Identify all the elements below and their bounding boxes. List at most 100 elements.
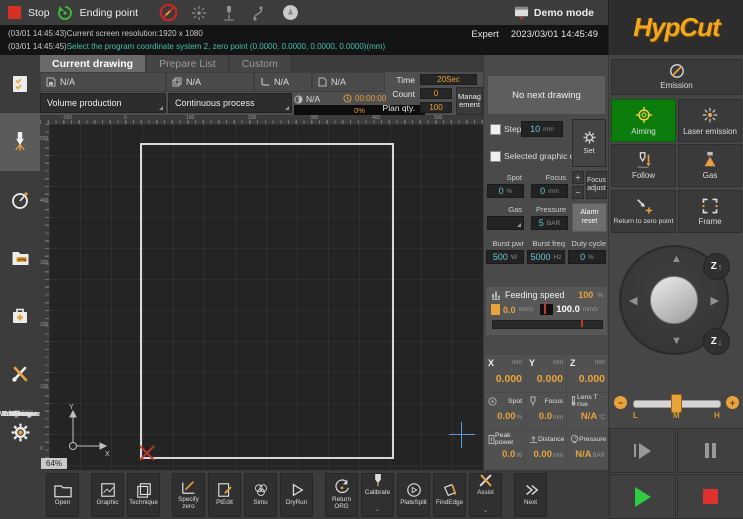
- technique-button[interactable]: Technique: [127, 473, 160, 517]
- start-button[interactable]: [609, 474, 676, 519]
- step-play-icon: [639, 443, 651, 459]
- stop-indicator-icon[interactable]: [8, 6, 21, 19]
- current-file-value: N/A: [306, 94, 320, 104]
- axis-unit: mm: [512, 360, 522, 366]
- job-slot-technique[interactable]: N/A: [166, 72, 254, 92]
- emission-button[interactable]: Emission: [611, 59, 742, 95]
- open-folder-icon: [54, 483, 72, 498]
- process-mode-dropdown[interactable]: Continuous process: [168, 93, 292, 113]
- sidebar-item-plan[interactable]: Plan: [0, 55, 40, 113]
- simu-button[interactable]: Simu: [244, 473, 277, 517]
- production-mode-dropdown[interactable]: Volume production: [40, 93, 166, 113]
- gas-pipe-icon[interactable]: [251, 5, 267, 21]
- return-org-button[interactable]: Return ORG: [325, 473, 358, 517]
- return-to-zero-button[interactable]: Return to zero point: [611, 190, 676, 233]
- jog-down-arrow-icon[interactable]: ▼: [671, 335, 682, 347]
- time-label: Time: [380, 75, 415, 85]
- alarm-reset-button[interactable]: Alarm reset: [572, 203, 607, 232]
- drawing-canvas[interactable]: -1000100200300400500 5004003002001000 Y …: [40, 115, 483, 470]
- status-circle-icon[interactable]: [282, 4, 299, 21]
- job-slot-nest[interactable]: N/A: [254, 72, 312, 92]
- jog-up-arrow-icon[interactable]: ▲: [671, 253, 682, 265]
- sidebar-item-maintenance[interactable]: Maintenance: [0, 345, 40, 403]
- duty-cycle-input[interactable]: 0%: [568, 250, 606, 264]
- findedge-button[interactable]: FindEdge: [433, 473, 466, 517]
- find-edge-icon: [442, 482, 458, 498]
- canvas-plot-area[interactable]: Y X: [49, 124, 483, 470]
- burst-freq-input[interactable]: 5000Hz: [527, 250, 565, 264]
- step-run-button[interactable]: [609, 428, 676, 473]
- count-label: Count: [380, 89, 415, 99]
- follow-button[interactable]: Follow: [611, 144, 676, 187]
- next-button[interactable]: Next: [514, 473, 547, 517]
- graphic-icon: [100, 482, 116, 498]
- feeding-speed-panel: Feeding speed 100 % 0.0 mm/s 100.0 mm/s: [486, 287, 607, 335]
- specify-zero-button[interactable]: Specify zero: [172, 473, 205, 517]
- graphic-button[interactable]: Graphic: [91, 473, 124, 517]
- feeding-speed-slider[interactable]: [492, 320, 603, 329]
- sidebar-item-diagnosis[interactable]: Diagnosis: [0, 287, 40, 345]
- job-slot-doc[interactable]: N/A: [312, 72, 385, 92]
- step-label: Step: [504, 124, 522, 134]
- stop-button[interactable]: [677, 474, 743, 519]
- parameter-panel: No next drawing Step 10 mm Selected grap…: [483, 55, 609, 470]
- tab-current-drawing[interactable]: Current drawing: [40, 55, 145, 72]
- step-input[interactable]: 10 mm: [521, 121, 563, 137]
- jog-center-knob[interactable]: [650, 276, 698, 324]
- dryrun-button[interactable]: DryRun: [280, 473, 313, 517]
- laser-emission-button[interactable]: Laser emission: [678, 99, 742, 142]
- tab-custom[interactable]: Custom: [230, 55, 290, 72]
- z-down-button[interactable]: Z↓: [703, 328, 730, 355]
- pause-button[interactable]: [677, 428, 743, 473]
- production-mode-value: Volume production: [47, 98, 122, 108]
- feeding-max-value: 100.0: [556, 304, 580, 315]
- pause-icon: [705, 443, 709, 458]
- plan-qty-value-box[interactable]: 100: [420, 102, 452, 113]
- sidebar-item-debug[interactable]: Debug: [0, 171, 40, 229]
- speed-plus-button[interactable]: +: [726, 396, 739, 409]
- top-toolbar: Stop Ending point Demo mode: [0, 0, 608, 25]
- sidebar-item-production[interactable]: Production: [0, 113, 40, 171]
- management-button[interactable]: Management: [456, 87, 483, 115]
- laser-disabled-icon[interactable]: [159, 3, 178, 22]
- ending-point-icon[interactable]: [57, 5, 73, 21]
- z-up-button[interactable]: Z↑: [703, 253, 730, 280]
- step-checkbox[interactable]: [490, 124, 501, 135]
- burst-pwr-input[interactable]: 500W: [486, 250, 524, 264]
- focus-minus-button[interactable]: −: [572, 186, 584, 199]
- spot-input[interactable]: 0%: [487, 184, 524, 198]
- pressure-input[interactable]: 5BAR: [531, 216, 568, 230]
- jog-left-arrow-icon[interactable]: ◀: [629, 294, 637, 307]
- open-button[interactable]: Open: [46, 473, 79, 517]
- frame-button[interactable]: Frame: [678, 190, 742, 233]
- jog-right-arrow-icon[interactable]: ▶: [711, 294, 719, 307]
- count-value-box[interactable]: 0: [420, 88, 452, 99]
- sidebar-item-technique[interactable]: HPM Technique: [0, 229, 40, 287]
- gas-dropdown[interactable]: [487, 216, 524, 230]
- assist-button[interactable]: Assist: [469, 473, 502, 517]
- speed-minus-button[interactable]: −: [614, 396, 627, 409]
- gas-button[interactable]: Gas: [678, 144, 742, 187]
- step-unit: mm: [543, 126, 554, 133]
- zoom-level-badge: 64%: [41, 458, 67, 469]
- count-value: 0: [434, 89, 438, 98]
- time-value-box[interactable]: 20Sec: [420, 74, 477, 85]
- aiming-button[interactable]: Aiming: [611, 99, 676, 142]
- focus-input[interactable]: 0mm: [531, 184, 568, 198]
- laser-burst-icon[interactable]: [191, 5, 207, 21]
- set-button[interactable]: Set: [572, 119, 606, 167]
- log-1-time: (03/01 14:45:43): [8, 29, 67, 38]
- follow-label: Follow: [632, 172, 655, 181]
- platesplit-button[interactable]: PlateSplit: [397, 473, 430, 517]
- speed-color-swatch[interactable]: [491, 304, 500, 315]
- job-slot-file[interactable]: N/A: [40, 72, 166, 92]
- ptedit-button[interactable]: PtEdit: [208, 473, 241, 517]
- selected-graphic-checkbox[interactable]: [490, 151, 501, 162]
- focus-plus-button[interactable]: +: [572, 171, 584, 184]
- drawing-sheet-outline[interactable]: [140, 143, 394, 459]
- tab-prepare-list[interactable]: Prepare List: [147, 55, 228, 72]
- job-slot-value: N/A: [186, 77, 201, 87]
- calibrate-button[interactable]: Calibrate: [361, 473, 394, 517]
- follow-nozzle-icon[interactable]: [222, 5, 236, 21]
- focus-adjust-button[interactable]: Focus adjust: [586, 171, 607, 199]
